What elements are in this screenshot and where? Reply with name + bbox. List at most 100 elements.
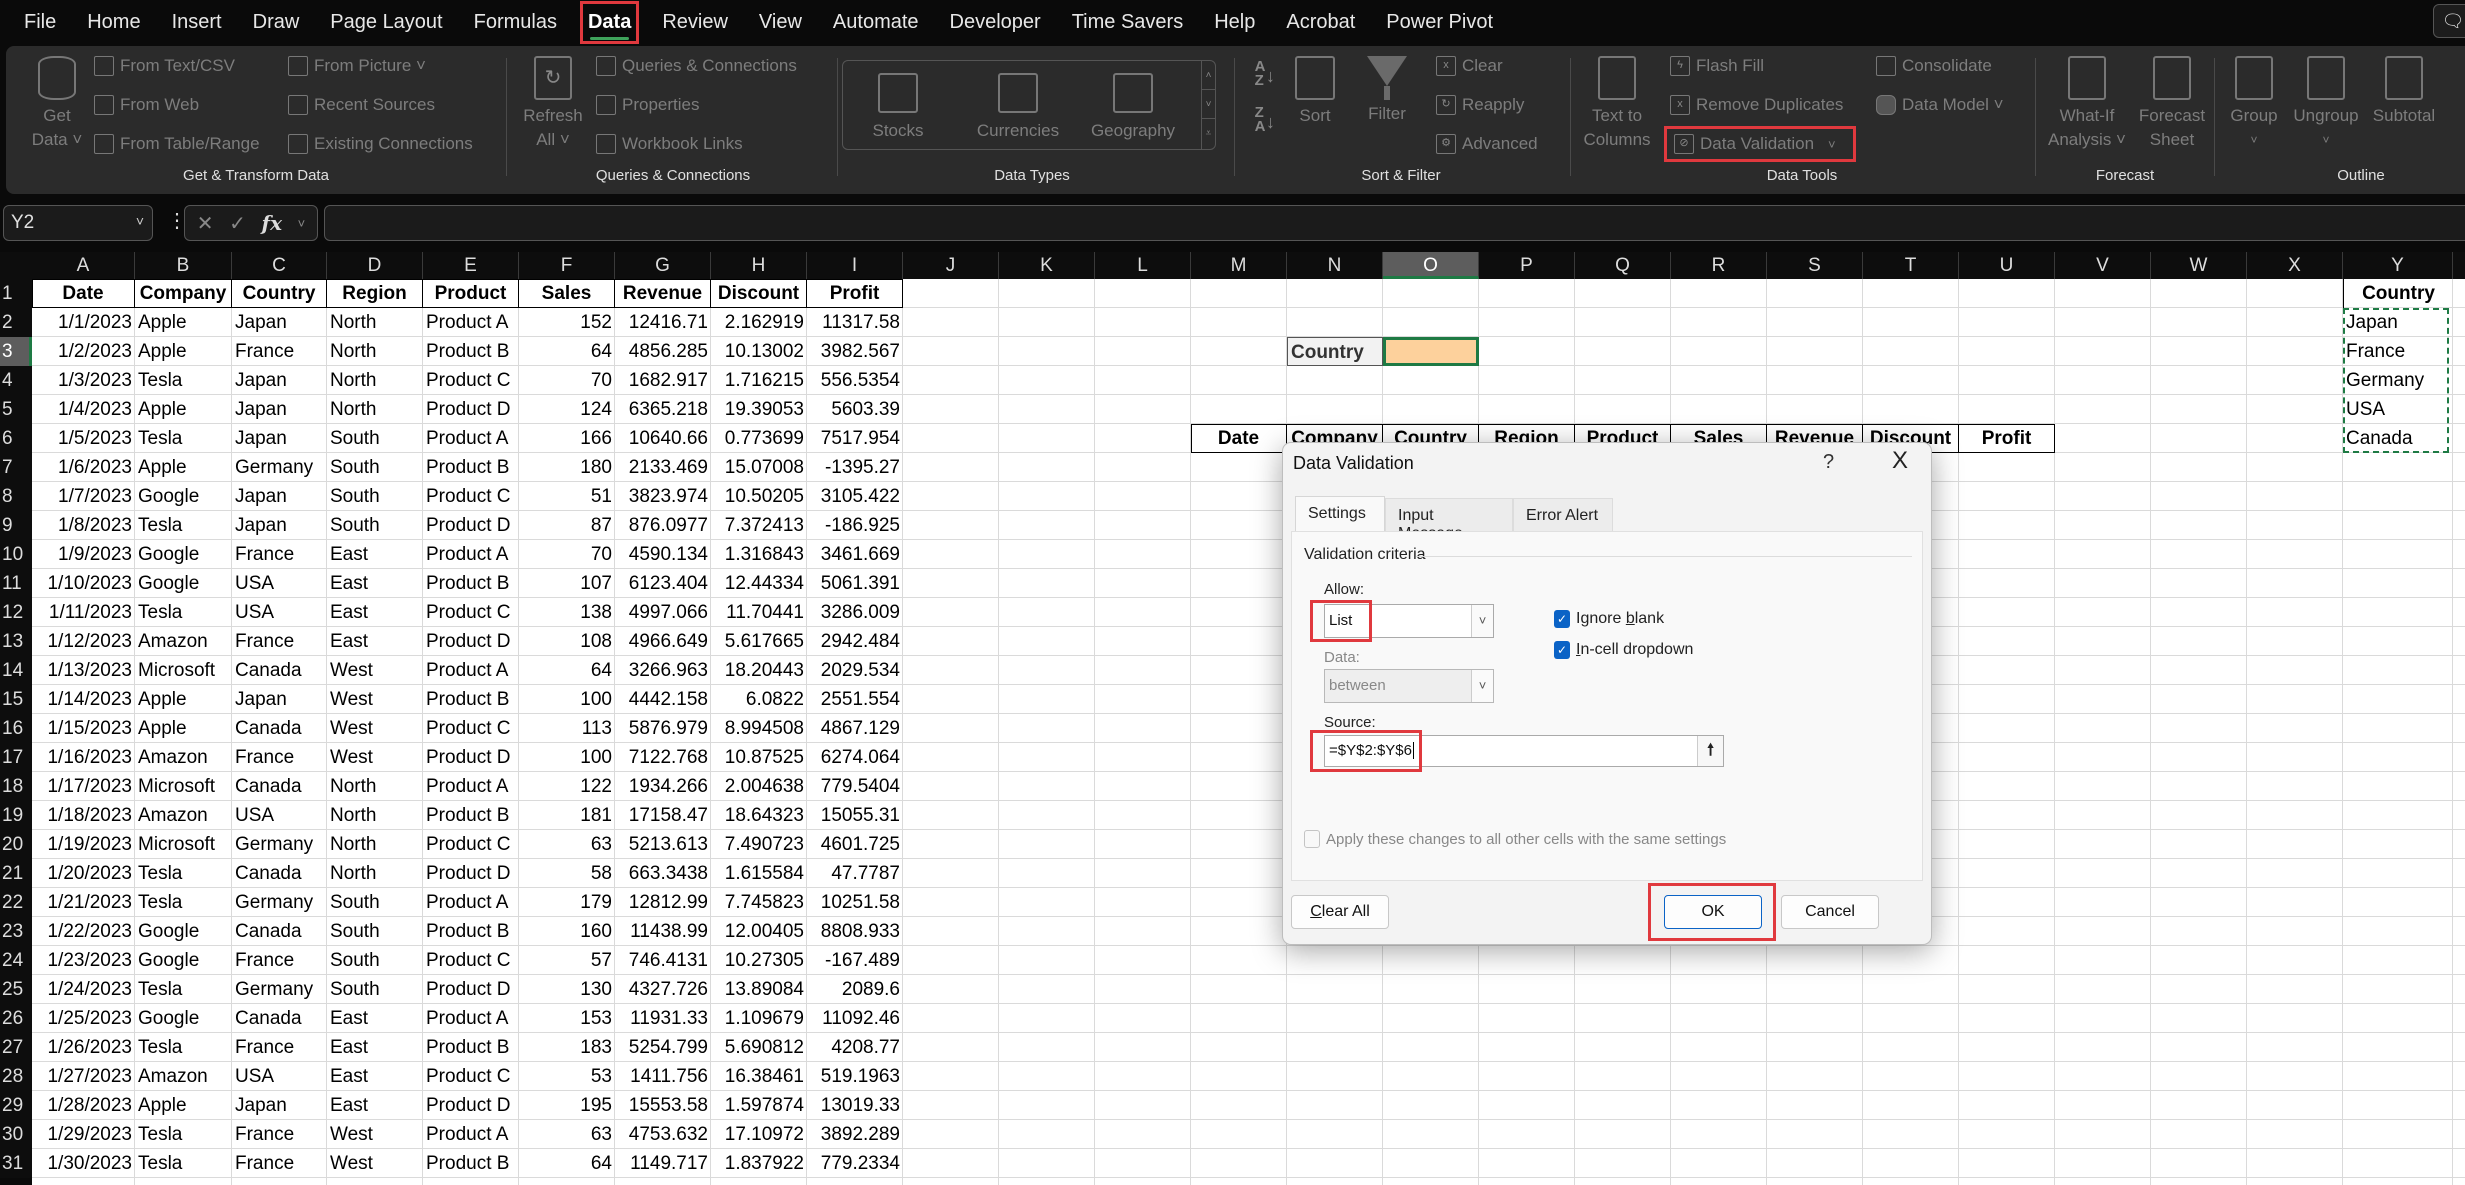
table-cell[interactable]: East [327,598,423,627]
table-cell[interactable]: 130 [519,975,615,1004]
table-cell[interactable]: France [232,540,327,569]
table-cell[interactable]: Apple [135,714,232,743]
table-cell[interactable]: 17.10972 [711,1120,807,1149]
table-cell[interactable]: 1/27/2023 [32,1062,135,1091]
column-header-I[interactable]: I [807,252,903,279]
menu-item-formulas[interactable]: Formulas [472,7,559,38]
table-cell[interactable]: Japan [232,511,327,540]
table-cell[interactable]: 1/23/2023 [32,946,135,975]
table-cell[interactable]: 1/10/2023 [32,569,135,598]
table-cell[interactable]: Microsoft [135,772,232,801]
menu-item-time-savers[interactable]: Time Savers [1070,7,1186,38]
table-cell[interactable]: 166 [519,424,615,453]
table-cell[interactable]: Amazon [135,743,232,772]
table-cell[interactable]: Apple [135,337,232,366]
table-cell[interactable]: France [232,743,327,772]
scroll-down-icon[interactable]: ˅ [1202,90,1215,119]
table-cell[interactable]: 1934.266 [615,772,711,801]
menu-item-insert[interactable]: Insert [170,7,224,38]
table-cell[interactable]: 18.20443 [711,656,807,685]
table-cell[interactable]: Product B [423,337,519,366]
column-header-A[interactable]: A [32,252,135,279]
row-header-3[interactable]: 3 [0,337,32,366]
table-cell[interactable]: 2089.6 [807,975,903,1004]
table-cell[interactable]: 183 [519,1033,615,1062]
table-cell[interactable]: 6274.064 [807,743,903,772]
table-cell[interactable]: 663.3438 [615,859,711,888]
table-cell[interactable]: East [327,627,423,656]
table-cell[interactable]: France [232,1120,327,1149]
recent-sources-button[interactable]: Recent Sources [288,95,435,115]
table-cell[interactable]: France [232,946,327,975]
table-cell[interactable]: Tesla [135,1033,232,1062]
table-cell[interactable]: 556.5354 [807,366,903,395]
column-header-V[interactable]: V [2055,252,2151,279]
table-cell[interactable]: Product A [423,656,519,685]
table-cell[interactable]: South [327,917,423,946]
table-cell[interactable]: 1/1/2023 [32,308,135,337]
table-header-cell[interactable]: Profit [807,279,903,308]
table-cell[interactable]: Product B [423,801,519,830]
table-cell[interactable]: West [327,714,423,743]
worksheet-grid[interactable]: Date Company Country Region Product Sales Reve… [32,279,2465,1185]
column-header-N[interactable]: N [1287,252,1383,279]
table-cell[interactable]: Tesla [135,1120,232,1149]
table-cell[interactable]: 0.773699 [711,424,807,453]
table-cell[interactable]: 1/18/2023 [32,801,135,830]
table-header-cell[interactable]: Company [135,279,232,308]
table-cell[interactable]: Canada [232,917,327,946]
row-header-19[interactable]: 19 [0,801,32,830]
table-cell[interactable]: South [327,453,423,482]
table-cell[interactable]: 70 [519,366,615,395]
table-cell[interactable]: 1.597874 [711,1091,807,1120]
table-cell[interactable]: 5061.391 [807,569,903,598]
table-cell[interactable]: 53 [519,1062,615,1091]
table-cell[interactable]: 4753.632 [615,1120,711,1149]
menu-item-help[interactable]: Help [1212,7,1257,38]
group-button[interactable]: Group ˅ [2224,56,2284,152]
table-cell[interactable]: 100 [519,743,615,772]
table-cell[interactable]: 10640.66 [615,424,711,453]
table-cell[interactable]: Product D [423,511,519,540]
row-header-25[interactable]: 25 [0,975,32,1004]
table-cell[interactable]: North [327,859,423,888]
table-cell[interactable]: 12812.99 [615,888,711,917]
row-header-16[interactable]: 16 [0,714,32,743]
table-cell[interactable]: Google [135,482,232,511]
tab-error-alert[interactable]: Error Alert [1513,498,1613,532]
refresh-all-button[interactable]: ↻ Refresh All ˅ [522,56,584,152]
column-header-G[interactable]: G [615,252,711,279]
table-cell[interactable]: 152 [519,308,615,337]
table-cell[interactable]: Germany [232,975,327,1004]
table-cell[interactable]: Google [135,1004,232,1033]
table-cell[interactable]: 779.5404 [807,772,903,801]
table-cell[interactable]: 7.490723 [711,830,807,859]
lookup-header-cell[interactable]: Profit [1959,424,2055,453]
table-cell[interactable]: 138 [519,598,615,627]
row-header-31[interactable]: 31 [0,1149,32,1178]
table-cell[interactable]: North [327,830,423,859]
table-cell[interactable]: East [327,1004,423,1033]
chevron-down-icon[interactable]: ˅ [136,213,144,229]
table-cell[interactable]: 12.00405 [711,917,807,946]
menu-item-view[interactable]: View [757,7,804,38]
table-cell[interactable]: Product C [423,598,519,627]
menu-item-file[interactable]: File [22,7,58,38]
table-cell[interactable]: USA [232,598,327,627]
table-cell[interactable]: 1/25/2023 [32,1004,135,1033]
table-header-cell[interactable]: Sales [519,279,615,308]
table-cell[interactable]: Tesla [135,888,232,917]
properties-button[interactable]: Properties [596,95,699,115]
table-cell[interactable]: 1/24/2023 [32,975,135,1004]
table-cell[interactable]: 13019.33 [807,1091,903,1120]
table-cell[interactable]: Germany [232,888,327,917]
what-if-analysis-button[interactable]: What-If Analysis ˅ [2045,56,2129,152]
stocks-button[interactable]: Stocks [853,69,943,141]
table-cell[interactable]: 108 [519,627,615,656]
advanced-filter-button[interactable]: ⚙ Advanced [1436,134,1538,154]
gallery-scroll[interactable]: ˄ ˅ ⩡ [1201,61,1215,149]
table-cell[interactable]: 1/16/2023 [32,743,135,772]
table-cell[interactable]: 4966.649 [615,627,711,656]
table-cell[interactable]: 746.4131 [615,946,711,975]
table-cell[interactable]: 3823.974 [615,482,711,511]
